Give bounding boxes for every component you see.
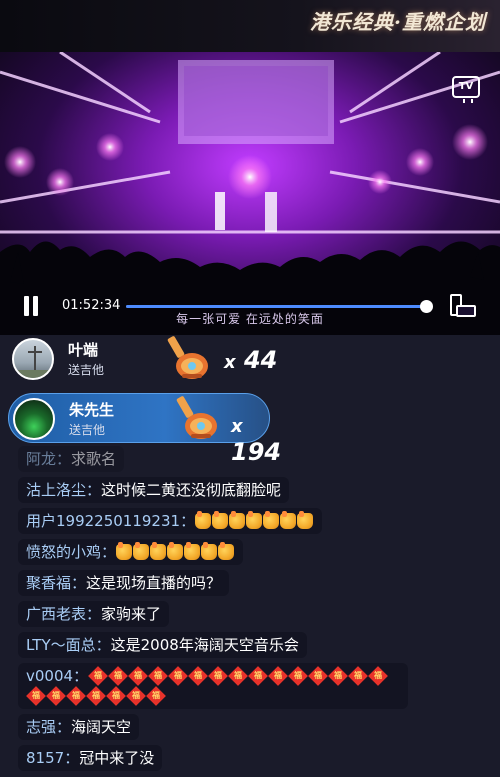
video-player[interactable]: TV 每一张可爱 在远处的笑面 01:52:34 bbox=[0, 52, 500, 335]
thumbs-up-emoji-icon bbox=[195, 511, 212, 529]
fu-blessing-emoji-icon: 福 bbox=[148, 666, 168, 686]
thumbs-up-emoji-icon bbox=[229, 511, 246, 529]
comment-username[interactable]: 8157 bbox=[26, 749, 64, 767]
comment-text: 这是2008年海阔天空音乐会 bbox=[110, 636, 299, 654]
comment-text: 求歌名 bbox=[71, 450, 117, 468]
gift-action: 送吉他 bbox=[69, 423, 106, 437]
comment-list: 阿龙：求歌名沽上洛尘：这时候二黄还没彻底翻脸呢用户1992250119231： 愤… bbox=[18, 446, 488, 776]
comment-item: v0004：福福福福福福福福福福福福福福福福福福福福福福 bbox=[18, 663, 408, 709]
comment-item: 用户1992250119231： bbox=[18, 508, 323, 534]
comment-username[interactable]: v0004 bbox=[26, 667, 73, 685]
comment-item: LTY～面总：这是2008年海阔天空音乐会 bbox=[18, 632, 307, 658]
fu-blessing-emoji-icon: 福 bbox=[308, 666, 328, 686]
fu-blessing-emoji-icon: 福 bbox=[128, 666, 148, 686]
fu-blessing-emoji-icon: 福 bbox=[26, 686, 46, 706]
gift-action: 送吉他 bbox=[68, 363, 105, 377]
comment-username[interactable]: 愤怒的小鸡 bbox=[26, 543, 101, 561]
fu-blessing-emoji-icon: 福 bbox=[88, 666, 108, 686]
thumbs-up-emoji-icon bbox=[212, 511, 229, 529]
fu-blessing-emoji-icon: 福 bbox=[168, 666, 188, 686]
comment-username[interactable]: 沽上洛尘 bbox=[26, 481, 86, 499]
comment-username[interactable]: 广西老表 bbox=[26, 605, 86, 623]
fu-blessing-emoji-icon: 福 bbox=[208, 666, 228, 686]
fullscreen-rotate-icon[interactable] bbox=[448, 294, 476, 320]
pause-icon[interactable] bbox=[22, 296, 40, 316]
comment-username[interactable]: 志强 bbox=[26, 718, 56, 736]
avatar[interactable] bbox=[12, 338, 54, 380]
thumbs-up-emoji-icon bbox=[167, 542, 184, 560]
comment-item: 沽上洛尘：这时候二黄还没彻底翻脸呢 bbox=[18, 477, 290, 503]
avatar[interactable] bbox=[13, 398, 55, 440]
tv-label: TV bbox=[458, 81, 474, 92]
fu-blessing-emoji-icon: 福 bbox=[46, 686, 66, 706]
comment-text: 海阔天空 bbox=[71, 718, 132, 736]
comment-username[interactable]: 用户1992250119231 bbox=[26, 512, 180, 530]
fu-blessing-emoji-icon: 福 bbox=[146, 686, 166, 706]
comment-username[interactable]: 聚香福 bbox=[26, 574, 71, 592]
thumbs-up-emoji-icon bbox=[133, 542, 150, 560]
comment-item: 广西老表：家驹来了 bbox=[18, 601, 170, 627]
progress-handle[interactable] bbox=[419, 300, 433, 313]
thumbs-up-emoji-icon bbox=[280, 511, 297, 529]
fu-blessing-emoji-icon: 福 bbox=[288, 666, 308, 686]
comment-text: 这是现场直播的吗？ bbox=[86, 574, 222, 592]
fu-blessing-emoji-icon: 福 bbox=[328, 666, 348, 686]
comment-text: 家驹来了 bbox=[101, 605, 162, 623]
thumbs-up-emoji-icon bbox=[201, 542, 218, 560]
comment-item: 8157：冠中来了没 bbox=[18, 745, 163, 771]
guitar-gift-icon bbox=[167, 336, 208, 379]
player-controls: 01:52:34 bbox=[0, 292, 500, 332]
thumbs-up-emoji-icon bbox=[246, 511, 263, 529]
guitar-gift-icon bbox=[176, 396, 217, 439]
thumbs-up-emoji-icon bbox=[150, 542, 167, 560]
fu-blessing-emoji-icon: 福 bbox=[106, 686, 126, 706]
gift-sender-name: 朱先生 bbox=[69, 401, 115, 419]
fu-blessing-emoji-icon: 福 bbox=[188, 666, 208, 686]
comment-item: 志强：海阔天空 bbox=[18, 714, 140, 740]
fu-blessing-emoji-icon: 福 bbox=[348, 666, 368, 686]
comment-item: 愤怒的小鸡： bbox=[18, 539, 244, 565]
gift-sender-name: 叶端 bbox=[68, 341, 99, 359]
fu-blessing-emoji-icon: 福 bbox=[86, 686, 106, 706]
comment-username[interactable]: 阿龙 bbox=[26, 450, 56, 468]
thumbs-up-emoji-icon bbox=[263, 511, 280, 529]
fu-blessing-emoji-icon: 福 bbox=[108, 666, 128, 686]
gift-row: 叶端 送吉他 x 44 bbox=[8, 334, 288, 384]
thumbs-up-emoji-icon bbox=[184, 542, 201, 560]
fu-blessing-emoji-icon: 福 bbox=[126, 686, 146, 706]
comment-text: 这时候二黄还没彻底翻脸呢 bbox=[101, 481, 282, 499]
tv-cast-icon[interactable]: TV bbox=[452, 76, 480, 103]
progress-bar[interactable] bbox=[126, 300, 433, 313]
gift-count: x 44 bbox=[224, 346, 278, 374]
thumbs-up-emoji-icon bbox=[116, 542, 133, 560]
comment-item: 聚香福：这是现场直播的吗？ bbox=[18, 570, 230, 596]
fu-blessing-emoji-icon: 福 bbox=[268, 666, 288, 686]
fu-blessing-emoji-icon: 福 bbox=[248, 666, 268, 686]
fu-blessing-emoji-icon: 福 bbox=[368, 666, 388, 686]
thumbs-up-emoji-icon bbox=[218, 542, 235, 560]
top-banner: 港乐经典·重燃企划 bbox=[0, 0, 500, 52]
progress-fill bbox=[126, 305, 426, 308]
gift-row-highlight: 朱先生 送吉他 x 194 bbox=[8, 393, 281, 466]
fu-blessing-emoji-icon: 福 bbox=[228, 666, 248, 686]
comment-item: 阿龙：求歌名 bbox=[18, 446, 125, 472]
fu-blessing-emoji-icon: 福 bbox=[66, 686, 86, 706]
thumbs-up-emoji-icon bbox=[297, 511, 314, 529]
banner-title: 港乐经典·重燃企划 bbox=[310, 10, 486, 34]
comment-text: 冠中来了没 bbox=[79, 749, 155, 767]
playback-time: 01:52:34 bbox=[62, 298, 121, 313]
comment-username[interactable]: LTY～面总 bbox=[26, 636, 96, 654]
